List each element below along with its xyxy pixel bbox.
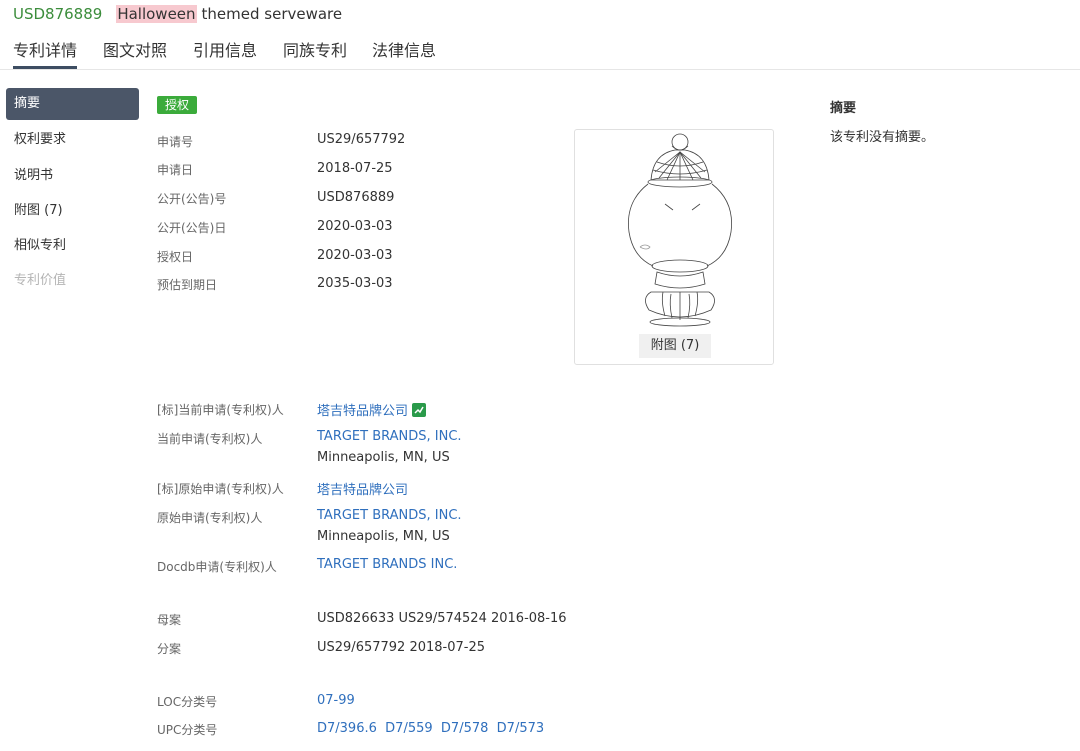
application-date-label: 申请日 <box>157 163 194 177</box>
original-applicant-label: 原始申请(专利权)人 <box>157 511 263 525</box>
tab-text-image[interactable]: 图文对照 <box>103 37 167 61</box>
upc-class-link[interactable]: D7/396.6 <box>317 721 377 736</box>
serveware-drawing-icon <box>628 133 732 327</box>
docdb-applicant-label: Docdb申请(专利权)人 <box>157 560 277 574</box>
std-current-applicant-label: [标]当前申请(专利权)人 <box>157 403 284 417</box>
sidebar-item-description[interactable]: 说明书 <box>6 160 139 192</box>
divisional-case-value: US29/657792 2018-07-25 <box>317 640 485 655</box>
parent-case-value: USD826633 US29/574524 2016-08-16 <box>317 611 567 626</box>
tab-bar: 专利详情 图文对照 引用信息 同族专利 法律信息 <box>0 30 1080 70</box>
publication-date-label: 公开(公告)日 <box>157 221 227 235</box>
tab-patent-details[interactable]: 专利详情 <box>13 37 78 69</box>
docdb-applicant-link[interactable]: TARGET BRANDS INC. <box>317 557 457 572</box>
grant-date-value: 2020-03-03 <box>317 248 393 263</box>
publication-date-value: 2020-03-03 <box>317 219 393 234</box>
title-highlight: Halloween <box>116 5 197 23</box>
expiry-date-value: 2035-03-03 <box>317 276 393 291</box>
upc-class-label: UPC分类号 <box>157 723 218 737</box>
upc-class-link[interactable]: D7/578 <box>441 721 488 736</box>
publication-number: USD876889 <box>13 5 103 23</box>
publication-number-value: USD876889 <box>317 190 395 205</box>
std-original-applicant-link[interactable]: 塔吉特品牌公司 <box>317 479 408 498</box>
upc-class-link[interactable]: D7/559 <box>385 721 432 736</box>
divisional-case-label: 分案 <box>157 642 182 656</box>
parent-case-label: 母案 <box>157 613 182 627</box>
std-current-applicant-link[interactable]: 塔吉特品牌公司 <box>317 404 408 419</box>
current-applicant-label: 当前申请(专利权)人 <box>157 432 263 446</box>
sidebar-item-figures[interactable]: 附图 (7) <box>6 195 139 227</box>
figure-thumbnail[interactable]: 附图 (7) <box>574 129 774 365</box>
abstract-text: 该专利没有摘要。 <box>830 130 935 145</box>
application-number-value: US29/657792 <box>317 132 406 147</box>
sidebar-item-abstract[interactable]: 摘要 <box>6 88 139 120</box>
expiry-date-label: 预估到期日 <box>157 278 218 292</box>
abstract-title: 摘要 <box>830 101 857 116</box>
tab-citations[interactable]: 引用信息 <box>193 37 257 61</box>
upc-class-link[interactable]: D7/573 <box>497 721 544 736</box>
original-applicant-location: Minneapolis, MN, US <box>317 529 450 544</box>
tab-family[interactable]: 同族专利 <box>283 37 347 61</box>
patent-title: USD876889 Halloween themed serveware <box>13 3 342 25</box>
sidebar-item-value: 专利价值 <box>14 273 67 288</box>
grant-date-label: 授权日 <box>157 250 194 264</box>
status-badge: 授权 <box>157 96 198 114</box>
loc-class-link[interactable]: 07-99 <box>317 693 355 708</box>
verified-icon <box>412 403 427 417</box>
loc-class-label: LOC分类号 <box>157 695 218 709</box>
application-number-label: 申请号 <box>157 135 194 149</box>
std-current-applicant-row: 塔吉特品牌公司 <box>317 400 427 419</box>
std-original-applicant-label: [标]原始申请(专利权)人 <box>157 482 284 496</box>
current-applicant-location: Minneapolis, MN, US <box>317 450 450 465</box>
title-text: themed serveware <box>201 5 343 23</box>
current-applicant-link[interactable]: TARGET BRANDS, INC. <box>317 429 462 444</box>
tab-legal[interactable]: 法律信息 <box>372 37 436 61</box>
application-date-value: 2018-07-25 <box>317 161 393 176</box>
upc-class-list: D7/396.6 D7/559 D7/578 D7/573 <box>317 721 544 736</box>
original-applicant-link[interactable]: TARGET BRANDS, INC. <box>317 508 462 523</box>
figure-count-label: 附图 (7) <box>639 334 711 358</box>
publication-number-label: 公开(公告)号 <box>157 192 227 206</box>
sidebar-item-claims[interactable]: 权利要求 <box>6 124 139 156</box>
sidebar-item-similar[interactable]: 相似专利 <box>6 230 139 262</box>
